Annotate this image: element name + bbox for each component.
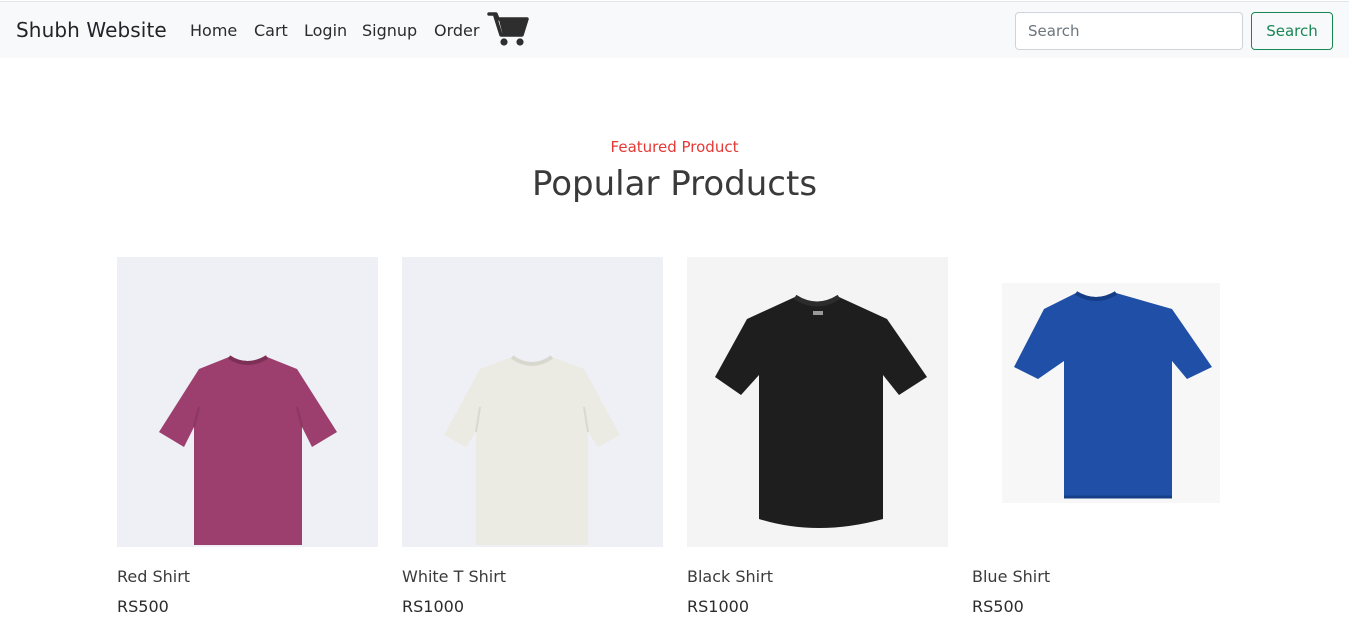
product-price: RS500 [972, 597, 1024, 616]
nav-link-order[interactable]: Order [434, 21, 479, 40]
product-card[interactable]: Red Shirt RS500 [117, 257, 378, 627]
product-image-red-shirt[interactable] [117, 257, 378, 547]
product-card[interactable]: Blue Shirt RS500 [972, 257, 1233, 627]
product-image-black-shirt[interactable] [687, 257, 948, 547]
product-price: RS500 [117, 597, 169, 616]
product-name[interactable]: Blue Shirt [972, 567, 1050, 586]
product-card[interactable]: White T Shirt RS1000 [402, 257, 663, 627]
product-card[interactable]: Black Shirt RS1000 [687, 257, 948, 627]
section-title: Popular Products [531, 164, 818, 204]
product-name[interactable]: Black Shirt [687, 567, 773, 586]
product-name[interactable]: Red Shirt [117, 567, 190, 586]
section-kicker: Featured Product [610, 138, 739, 156]
nav-link-cart[interactable]: Cart [254, 21, 288, 40]
navbar: Shubh Website Home Cart Login Signup Ord… [0, 1, 1349, 58]
product-name[interactable]: White T Shirt [402, 567, 506, 586]
nav-link-login[interactable]: Login [304, 21, 347, 40]
shopping-cart-icon[interactable] [487, 11, 529, 48]
product-price: RS1000 [402, 597, 464, 616]
product-image-blue-shirt[interactable] [972, 257, 1233, 547]
product-price: RS1000 [687, 597, 749, 616]
nav-link-home[interactable]: Home [190, 21, 237, 40]
product-image-white-t-shirt[interactable] [402, 257, 663, 547]
search-button[interactable]: Search [1251, 12, 1333, 50]
brand-link[interactable]: Shubh Website [16, 18, 167, 42]
nav-link-signup[interactable]: Signup [362, 21, 417, 40]
search-input[interactable] [1015, 12, 1243, 50]
